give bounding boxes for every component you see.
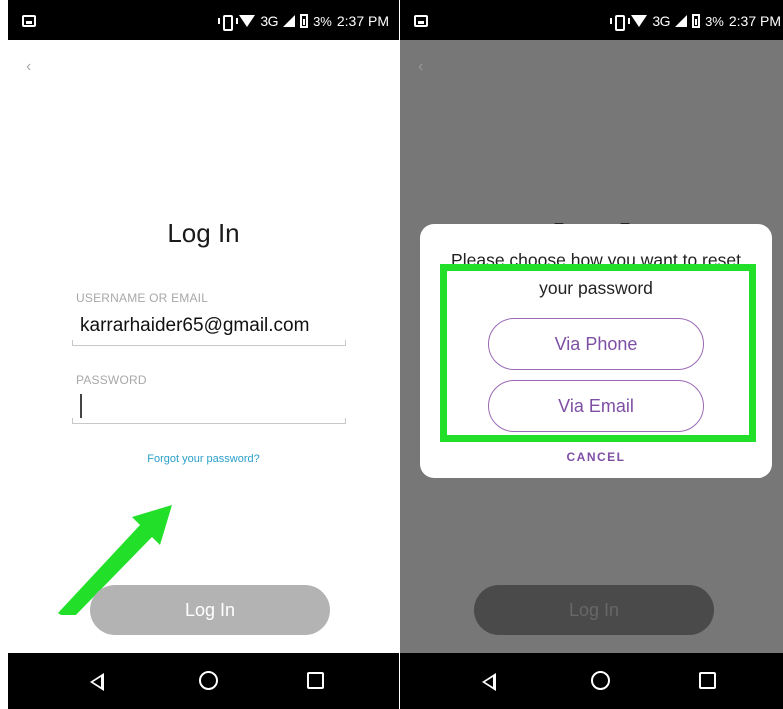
status-bar: 3G 3% 2:37 PM (400, 0, 783, 40)
android-nav-bar (400, 653, 783, 709)
green-highlight-box (440, 264, 756, 442)
vibrate-icon (610, 14, 631, 31)
gallery-icon (22, 15, 36, 27)
clock: 2:37 PM (336, 13, 389, 29)
signal-icon (283, 15, 296, 27)
battery-icon (692, 14, 701, 28)
back-chevron-icon[interactable]: ‹ (418, 58, 423, 76)
nav-recents-icon[interactable] (307, 672, 324, 689)
phone-login-screen: 3G 3% 2:37 PM ‹ Log In USERNAME OR EMAIL… (8, 0, 399, 709)
wifi-icon (631, 15, 648, 27)
nav-home-icon[interactable] (199, 671, 218, 690)
signal-icon (675, 15, 688, 27)
nav-home-icon[interactable] (591, 671, 610, 690)
network-type: 3G (652, 13, 671, 29)
forgot-password-link[interactable]: Forgot your password? (8, 453, 399, 465)
page-title: Log In (167, 218, 240, 248)
username-label: USERNAME OR EMAIL (76, 291, 209, 305)
phone-reset-dialog-screen: 3G 3% 2:37 PM ‹ Please choose how you wa… (400, 0, 783, 709)
clock: 2:37 PM (728, 13, 781, 29)
login-button[interactable]: Log In (474, 585, 714, 635)
battery-icon (300, 14, 309, 28)
nav-recents-icon[interactable] (699, 672, 716, 689)
password-label: PASSWORD (76, 373, 147, 387)
cancel-button[interactable]: CANCEL (420, 450, 772, 464)
password-input[interactable] (80, 394, 82, 418)
login-screen: ‹ Log In USERNAME OR EMAIL karrarhaider6… (8, 40, 399, 653)
vibrate-icon (218, 14, 239, 31)
nav-back-icon[interactable] (90, 673, 104, 691)
wifi-icon (239, 15, 256, 27)
back-chevron-icon[interactable]: ‹ (26, 58, 31, 76)
nav-back-icon[interactable] (482, 673, 496, 691)
battery-percent: 3% (313, 13, 332, 29)
password-underline (72, 418, 346, 424)
login-button[interactable]: Log In (90, 585, 330, 635)
status-indicators: 3G 3% 2:37 PM (218, 11, 389, 31)
username-underline (72, 340, 346, 346)
android-nav-bar (8, 653, 399, 709)
gallery-icon (414, 15, 428, 27)
status-indicators: 3G 3% 2:37 PM (610, 11, 781, 31)
battery-percent: 3% (705, 13, 724, 29)
username-input[interactable]: karrarhaider65@gmail.com (80, 315, 309, 337)
network-type: 3G (260, 13, 279, 29)
status-bar: 3G 3% 2:37 PM (8, 0, 399, 40)
